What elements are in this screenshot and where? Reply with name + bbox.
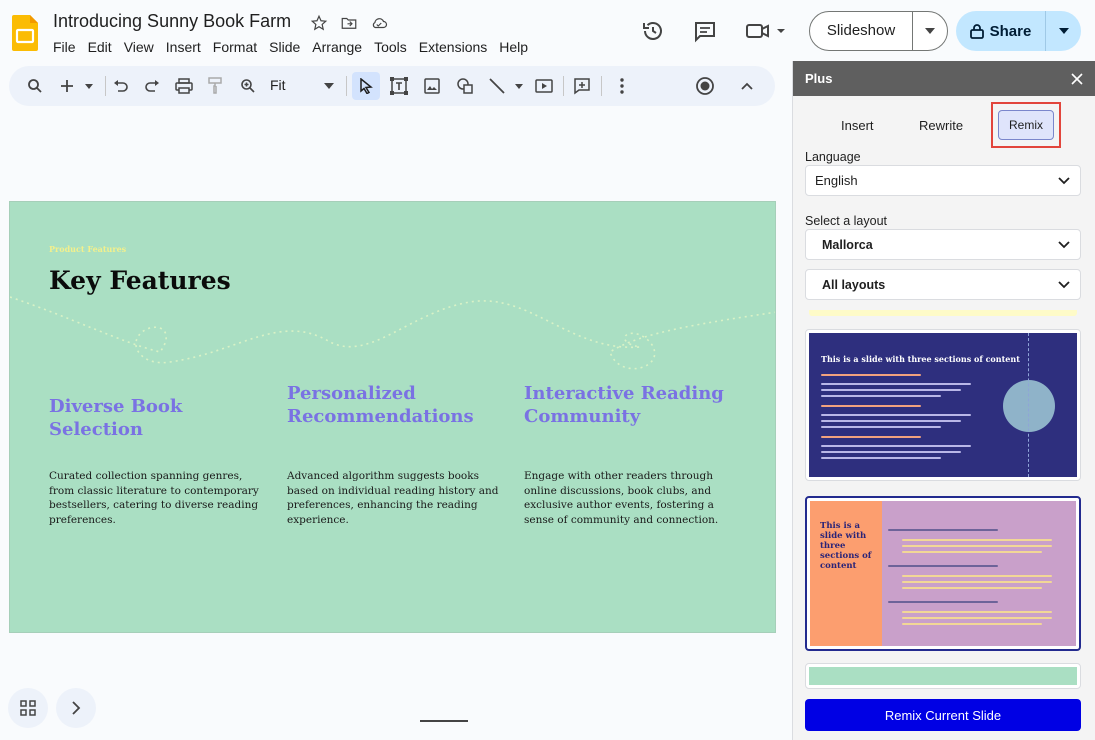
redo-icon[interactable] xyxy=(141,74,163,98)
thumbnail-circle xyxy=(1003,380,1055,432)
chevron-down-icon xyxy=(1058,240,1070,248)
feature-heading: Personalized Recommendations xyxy=(287,383,474,427)
menu-format[interactable]: Format xyxy=(213,38,257,56)
record-icon[interactable] xyxy=(693,74,717,98)
menu-insert[interactable]: Insert xyxy=(166,38,201,56)
chevron-down-icon xyxy=(1058,280,1070,288)
remix-current-slide-button[interactable]: Remix Current Slide xyxy=(805,699,1081,731)
menu-file[interactable]: File xyxy=(53,38,76,56)
feature-heading: Interactive Reading Community xyxy=(524,383,724,427)
menu-edit[interactable]: Edit xyxy=(88,38,112,56)
share-dropdown-icon[interactable] xyxy=(1046,28,1081,34)
feature-body: Engage with other readers through online… xyxy=(524,470,719,526)
close-icon[interactable] xyxy=(1071,72,1083,85)
layout-filter-select[interactable]: All layouts xyxy=(805,269,1081,300)
layout-label: Select a layout xyxy=(805,214,887,228)
zoom-select[interactable]: Fit xyxy=(270,77,286,93)
print-icon[interactable] xyxy=(173,74,195,98)
version-history-icon[interactable] xyxy=(640,18,666,44)
share-button[interactable]: Share xyxy=(956,11,1081,51)
add-comment-icon[interactable] xyxy=(571,74,593,98)
paint-format-icon[interactable] xyxy=(204,74,226,98)
slideshow-dropdown-icon[interactable] xyxy=(913,28,947,34)
feature-heading: Diverse Book Selection xyxy=(49,396,183,440)
grid-view-button[interactable] xyxy=(8,688,48,728)
slideshow-button[interactable]: Slideshow xyxy=(809,11,948,51)
share-label: Share xyxy=(989,22,1032,40)
select-tool-icon[interactable] xyxy=(352,72,380,100)
thumbnail-title: This is a slide with three sections of c… xyxy=(820,521,872,571)
lock-icon xyxy=(969,24,984,39)
layout-thumbnail-selected[interactable]: This is a slide with three sections of c… xyxy=(805,496,1081,651)
layout-theme-select[interactable]: Mallorca xyxy=(805,229,1081,260)
thumbnail-title: This is a slide with three sections of c… xyxy=(821,354,1020,364)
slideshow-label[interactable]: Slideshow xyxy=(810,12,913,50)
feature-column: Diverse Book Selection Curated collectio… xyxy=(49,382,264,527)
zoom-dropdown-icon[interactable] xyxy=(322,74,336,98)
meet-icon[interactable] xyxy=(744,18,788,44)
search-menus-icon[interactable] xyxy=(24,74,46,98)
tab-rewrite[interactable]: Rewrite xyxy=(919,118,963,133)
collapse-toolbar-icon[interactable] xyxy=(736,74,758,98)
show-filmstrip-button[interactable] xyxy=(56,688,96,728)
new-slide-icon[interactable] xyxy=(59,74,95,98)
menu-help[interactable]: Help xyxy=(499,38,528,56)
cloud-saved-icon[interactable] xyxy=(368,12,390,34)
feature-body: Advanced algorithm suggests books based … xyxy=(287,470,499,526)
line-icon[interactable] xyxy=(487,74,527,98)
tab-remix-highlight: Remix xyxy=(991,102,1061,148)
layout-thumbnail[interactable] xyxy=(805,663,1081,689)
menu-view[interactable]: View xyxy=(124,38,154,56)
layout-thumbnail-partial[interactable] xyxy=(809,310,1077,316)
layout-filter-value: All layouts xyxy=(822,277,886,292)
menu-tools[interactable]: Tools xyxy=(374,38,407,56)
shape-icon[interactable] xyxy=(454,74,476,98)
slides-logo-icon xyxy=(12,15,38,51)
video-icon[interactable] xyxy=(533,74,555,98)
layout-thumbnail[interactable]: This is a slide with three sections of c… xyxy=(805,329,1081,481)
chevron-right-icon xyxy=(72,701,81,715)
image-icon[interactable] xyxy=(421,74,443,98)
plus-side-panel: Plus Insert Rewrite Remix Language Engli… xyxy=(792,61,1095,740)
menu-extensions[interactable]: Extensions xyxy=(419,38,487,56)
star-icon[interactable] xyxy=(308,12,330,34)
text-box-icon[interactable] xyxy=(387,74,411,98)
panel-title: Plus xyxy=(805,71,833,86)
layout-theme-value: Mallorca xyxy=(822,237,873,252)
language-value: English xyxy=(815,173,858,188)
comments-icon[interactable] xyxy=(692,18,718,44)
speaker-notes-handle[interactable] xyxy=(420,720,468,722)
language-label: Language xyxy=(805,150,861,164)
menu-slide[interactable]: Slide xyxy=(269,38,300,56)
feature-column: Interactive Reading Community Engage wit… xyxy=(524,382,739,527)
undo-icon[interactable] xyxy=(110,74,132,98)
more-options-icon[interactable] xyxy=(611,74,633,98)
language-select[interactable]: English xyxy=(805,165,1081,196)
document-title[interactable]: Introducing Sunny Book Farm xyxy=(53,11,291,32)
slide-title: Key Features xyxy=(49,266,231,295)
chevron-down-icon xyxy=(1058,176,1070,184)
feature-column: Personalized Recommendations Advanced al… xyxy=(287,382,502,527)
tab-remix[interactable]: Remix xyxy=(998,110,1054,140)
menu-bar: File Edit View Insert Format Slide Arran… xyxy=(53,38,540,56)
zoom-icon[interactable] xyxy=(237,74,259,98)
tab-insert[interactable]: Insert xyxy=(841,118,874,133)
grid-icon xyxy=(20,700,36,716)
feature-body: Curated collection spanning genres, from… xyxy=(49,470,259,526)
slide-kicker: Product Features xyxy=(49,244,127,254)
toolbar: Fit xyxy=(9,66,775,106)
menu-arrange[interactable]: Arrange xyxy=(312,38,362,56)
move-folder-icon[interactable] xyxy=(338,12,360,34)
slide-canvas[interactable]: Product Features Key Features Diverse Bo… xyxy=(9,201,776,633)
